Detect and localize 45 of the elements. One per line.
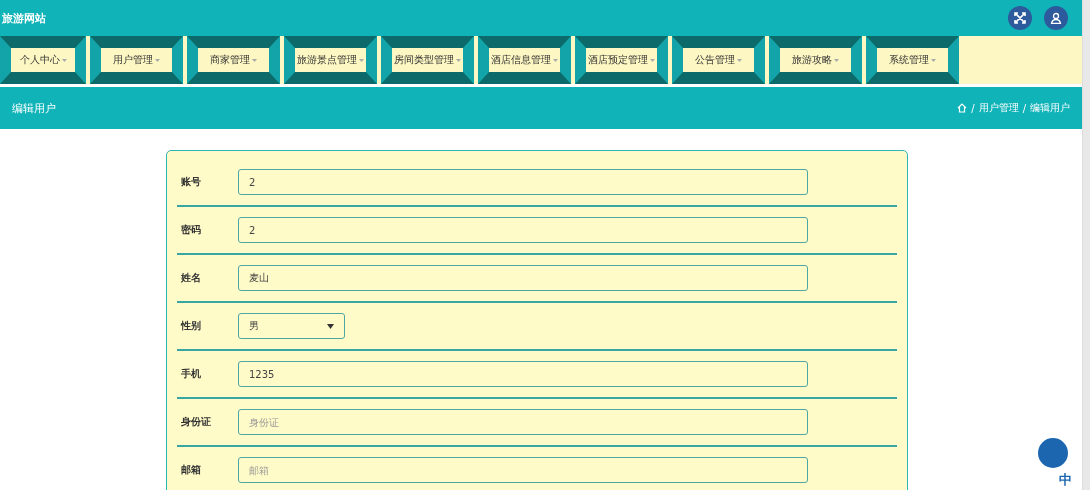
input-field[interactable]: 2 xyxy=(238,217,808,243)
breadcrumb-separator: / xyxy=(1022,102,1026,114)
breadcrumb-separator: / xyxy=(971,102,975,114)
fullscreen-icon[interactable] xyxy=(1008,6,1032,30)
nav-menu-item[interactable]: 商家管理 xyxy=(187,36,280,84)
field-label: 性别 xyxy=(179,319,202,333)
caret-icon xyxy=(155,58,160,62)
caret-icon xyxy=(834,58,839,62)
caret-icon xyxy=(737,58,742,62)
nav-menu-item[interactable]: 旅游景点管理 xyxy=(284,36,377,84)
page-title: 编辑用户 xyxy=(12,100,57,116)
nav-menu-item[interactable]: 用户管理 xyxy=(90,36,183,84)
field-label: 邮箱 xyxy=(180,463,202,477)
input-field[interactable]: 1235 xyxy=(238,361,808,387)
breadcrumb-item: 编辑用户 xyxy=(1030,101,1070,115)
field-label: 姓名 xyxy=(180,271,202,285)
input-field[interactable]: 麦山 xyxy=(238,265,808,291)
caret-icon xyxy=(456,58,461,62)
nav-menu-item[interactable]: 个人中心 xyxy=(0,36,86,84)
field-label: 身份证 xyxy=(180,415,212,429)
nav-menu-item[interactable]: 公告管理 xyxy=(672,36,765,84)
input-field[interactable]: 身份证 xyxy=(238,409,808,435)
site-title: 旅游网站 xyxy=(2,10,47,26)
field-label: 密码 xyxy=(180,223,202,237)
nav-menu-item[interactable]: 酒店信息管理 xyxy=(478,36,571,84)
user-icon[interactable] xyxy=(1044,6,1068,30)
scrollbar[interactable] xyxy=(1082,0,1090,490)
nav-menu-item[interactable]: 旅游攻略 xyxy=(769,36,862,84)
input-field[interactable]: 邮箱 xyxy=(238,457,808,483)
caret-icon xyxy=(650,58,655,62)
nav-menu-item[interactable]: 酒店预定管理 xyxy=(575,36,668,84)
caret-icon xyxy=(327,323,334,329)
field-label: 手机 xyxy=(180,367,202,381)
nav-menu-item[interactable]: 系统管理 xyxy=(866,36,959,84)
nav-menu-item[interactable]: 房间类型管理 xyxy=(381,36,474,84)
caret-icon xyxy=(931,58,936,62)
caret-icon xyxy=(359,58,364,62)
input-field[interactable]: 2 xyxy=(238,169,808,195)
home-icon[interactable] xyxy=(957,103,968,113)
caret-icon xyxy=(252,58,257,62)
select-field[interactable]: 男 xyxy=(238,313,345,339)
caret-icon xyxy=(61,58,67,62)
floating-button[interactable] xyxy=(1038,438,1068,468)
caret-icon xyxy=(553,58,558,62)
field-label: 账号 xyxy=(180,175,202,189)
